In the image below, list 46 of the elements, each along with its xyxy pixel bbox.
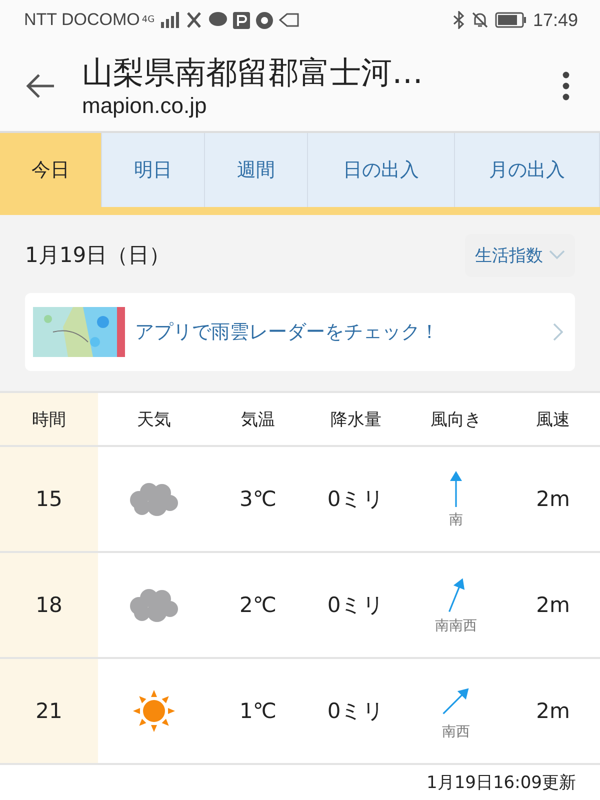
temperature-cell-text: 2℃ (238, 592, 278, 619)
day-tab[interactable]: 日の出入 (308, 133, 455, 207)
column-header: 気温 (240, 408, 276, 432)
wind-direction: 南西 (442, 723, 470, 741)
precipitation-cell-text: 0ミリ (326, 592, 386, 619)
bluetooth-icon (452, 11, 465, 29)
column-header: 風向き (430, 408, 482, 432)
chevron-right-icon (553, 323, 563, 341)
signal-icon (160, 12, 179, 28)
app-notification-icon (184, 11, 203, 29)
wind-speed-cell-text: 2m (535, 592, 571, 619)
clock-time: 17:49 (532, 10, 578, 30)
column-header: 降水量 (330, 408, 382, 432)
wind-speed-cell-text: 2m (535, 486, 571, 513)
update-time: 1月19日16:09更新 (426, 772, 576, 794)
battery-icon (494, 12, 527, 28)
page-title: 山梨県南都留郡富士河… (82, 54, 423, 92)
day-tab[interactable]: 週間 (205, 133, 308, 207)
radar-app-banner[interactable]: アプリで雨雲レーダーをチェック！ (25, 293, 575, 371)
tag-icon (278, 13, 299, 27)
precipitation-cell-text: 0ミリ (326, 486, 386, 513)
hour-cell: 18 (0, 553, 98, 657)
day-tab[interactable]: 月の出入 (455, 133, 600, 207)
wind-speed-cell-text: 2m (535, 698, 571, 725)
site-domain: mapion.co.jp (82, 92, 207, 118)
network-type: 4G (142, 15, 155, 25)
hour-cell: 21 (0, 659, 98, 763)
back-arrow-icon[interactable] (26, 72, 56, 98)
day-tab[interactable]: 明日 (102, 133, 205, 207)
hour-cell: 15 (0, 447, 98, 551)
chevron-down-icon (549, 250, 565, 260)
carrier-name: NTT DOCOMO (24, 10, 140, 30)
temperature-cell-text: 3℃ (238, 486, 278, 513)
p-square-icon (232, 12, 250, 28)
column-header: 風速 (535, 408, 571, 432)
chat-bubble-icon (208, 12, 227, 28)
muted-bell-icon (470, 11, 489, 29)
column-header: 天気 (136, 408, 172, 432)
date-label: 1月19日（日） (25, 242, 170, 269)
column-header: 時間 (0, 393, 98, 445)
wind-direction: 南 (449, 511, 463, 529)
banner-text: アプリで雨雲レーダーをチェック！ (135, 320, 440, 345)
temperature-cell-text: 1℃ (238, 698, 278, 725)
more-menu-icon[interactable] (562, 70, 570, 100)
precipitation-cell-text: 0ミリ (326, 698, 386, 725)
wind-direction: 南南西 (435, 617, 477, 635)
